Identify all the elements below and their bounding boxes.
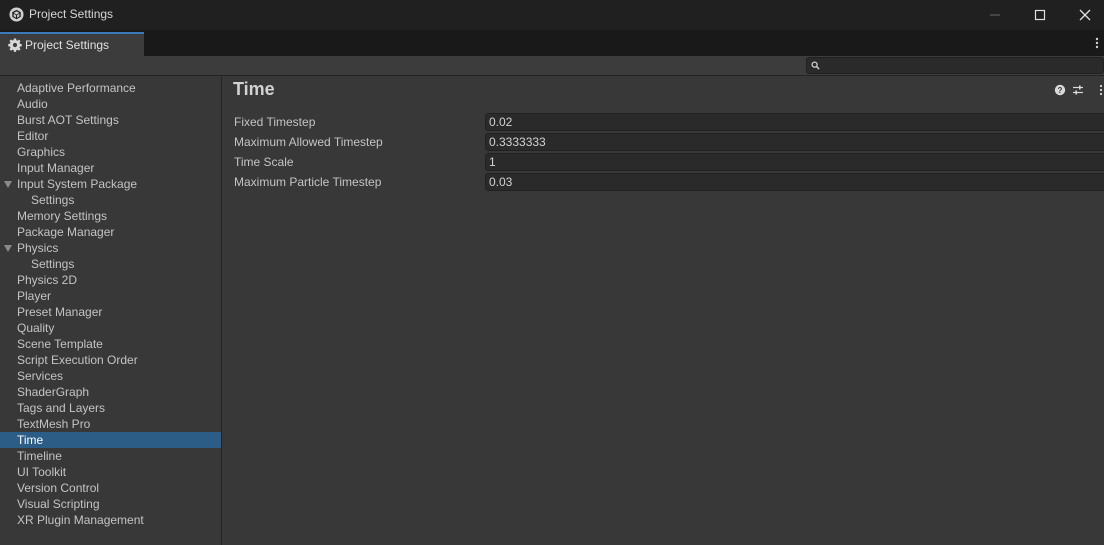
window-title: Project Settings <box>29 7 114 21</box>
sidebar-item-label: Memory Settings <box>17 209 108 223</box>
minimize-icon <box>990 14 1000 16</box>
more-options-icon[interactable] <box>1095 84 1104 96</box>
sidebar-item[interactable]: Timeline <box>0 448 221 464</box>
sidebar-item-label: Editor <box>17 129 49 143</box>
sidebar-item-label: Preset Manager <box>17 305 103 319</box>
sidebar-item[interactable]: TextMesh Pro <box>0 416 221 432</box>
help-icon[interactable]: ? <box>1054 84 1066 96</box>
property-label: Fixed Timestep <box>234 115 316 129</box>
expand-arrow-icon[interactable] <box>4 245 12 252</box>
sidebar-item-label: ShaderGraph <box>17 385 90 399</box>
sidebar-item-label: Physics 2D <box>17 273 78 287</box>
sidebar-item-label: Audio <box>17 97 48 111</box>
time-scale-field[interactable] <box>485 153 1104 171</box>
sidebar-item[interactable]: Package Manager <box>0 224 221 240</box>
page-title: Time <box>233 79 275 99</box>
sidebar-item-label: Timeline <box>17 449 62 463</box>
toolbar <box>0 56 1104 76</box>
title-bar: Project Settings <box>0 0 1104 30</box>
unity-cube-icon <box>9 7 24 22</box>
sidebar-item[interactable]: Version Control <box>0 480 221 496</box>
sidebar-item[interactable]: Scene Template <box>0 336 221 352</box>
tab-label: Project Settings <box>25 38 110 52</box>
svg-text:?: ? <box>1058 86 1063 95</box>
sidebar-item[interactable]: UI Toolkit <box>0 464 221 480</box>
maximum-allowed-timestep-field[interactable] <box>485 133 1104 151</box>
sidebar-item[interactable]: Quality <box>0 320 221 336</box>
search-input[interactable] <box>823 58 1099 73</box>
sidebar-item[interactable]: Input System Package <box>0 176 221 192</box>
sidebar-item[interactable]: Settings <box>0 256 221 272</box>
property-row-time-scale: Time Scale <box>234 153 1104 171</box>
maximize-button[interactable] <box>1017 0 1063 30</box>
property-row-fixed-timestep: Fixed Timestep <box>234 113 1104 131</box>
sidebar-item[interactable]: Memory Settings <box>0 208 221 224</box>
sidebar-item[interactable]: Preset Manager <box>0 304 221 320</box>
sidebar-item-label: Settings <box>31 193 75 207</box>
sidebar-item-label: UI Toolkit <box>17 465 67 479</box>
sidebar-item[interactable]: Tags and Layers <box>0 400 221 416</box>
tab-project-settings[interactable]: Project Settings <box>0 32 144 56</box>
sidebar-item-label: Settings <box>31 257 75 271</box>
property-label: Time Scale <box>234 155 294 169</box>
search-box[interactable] <box>806 57 1104 74</box>
sidebar-item-label: Time <box>17 433 44 447</box>
sidebar-item-label: Tags and Layers <box>17 401 106 415</box>
sidebar-item-label: Scene Template <box>17 337 103 351</box>
maximum-particle-timestep-field[interactable] <box>485 173 1104 191</box>
sidebar-item[interactable]: Physics 2D <box>0 272 221 288</box>
sidebar-item-label: Graphics <box>17 145 66 159</box>
sidebar-item[interactable]: ShaderGraph <box>0 384 221 400</box>
expand-arrow-icon[interactable] <box>4 181 12 188</box>
sidebar-item[interactable]: Visual Scripting <box>0 496 221 512</box>
settings-category-list: Adaptive Performance Audio Burst AOT Setti… <box>0 80 221 528</box>
settings-sidebar: Adaptive Performance Audio Burst AOT Setti… <box>0 77 222 545</box>
sidebar-item[interactable]: Audio <box>0 96 221 112</box>
sidebar-item-label: Physics <box>17 241 59 255</box>
sidebar-item-label: XR Plugin Management <box>17 513 144 527</box>
sidebar-item[interactable]: Physics <box>0 240 221 256</box>
fixed-timestep-field[interactable] <box>485 113 1104 131</box>
sidebar-item[interactable]: Editor <box>0 128 221 144</box>
sidebar-item[interactable]: Time <box>0 432 221 448</box>
sidebar-item-label: Services <box>17 369 64 383</box>
property-row-maximum-allowed-timestep: Maximum Allowed Timestep <box>234 133 1104 151</box>
sidebar-item[interactable]: Settings <box>0 192 221 208</box>
sidebar-item-label: Input Manager <box>17 161 95 175</box>
sidebar-item[interactable]: Services <box>0 368 221 384</box>
sidebar-item-label: Adaptive Performance <box>17 81 136 95</box>
settings-content: Time ? Fixed Timestep Maximum Allowed Ti… <box>223 77 1104 545</box>
sidebar-item[interactable]: Graphics <box>0 144 221 160</box>
maximize-icon <box>1034 9 1046 21</box>
sidebar-item-label: Script Execution Order <box>17 353 138 367</box>
sidebar-item-label: TextMesh Pro <box>17 417 91 431</box>
preset-icon[interactable] <box>1072 84 1084 96</box>
property-row-maximum-particle-timestep: Maximum Particle Timestep <box>234 173 1104 191</box>
sidebar-item[interactable]: Script Execution Order <box>0 352 221 368</box>
more-options-icon[interactable] <box>1092 36 1102 50</box>
sidebar-item[interactable]: Input Manager <box>0 160 221 176</box>
sidebar-item[interactable]: Player <box>0 288 221 304</box>
sidebar-item-label: Version Control <box>17 481 100 495</box>
property-label: Maximum Allowed Timestep <box>234 135 383 149</box>
sidebar-item-label: Quality <box>17 321 55 335</box>
close-icon <box>1079 9 1091 21</box>
sidebar-item-label: Package Manager <box>17 225 115 239</box>
minimize-button[interactable] <box>972 0 1018 30</box>
gear-icon <box>8 38 22 52</box>
sidebar-item-label: Player <box>17 289 52 303</box>
sidebar-item[interactable]: Adaptive Performance <box>0 80 221 96</box>
sidebar-item[interactable]: XR Plugin Management <box>0 512 221 528</box>
sidebar-item[interactable]: Burst AOT Settings <box>0 112 221 128</box>
property-label: Maximum Particle Timestep <box>234 175 382 189</box>
search-icon <box>811 61 820 70</box>
sidebar-item-label: Visual Scripting <box>17 497 100 511</box>
close-button[interactable] <box>1062 0 1104 30</box>
sidebar-item-label: Burst AOT Settings <box>17 113 119 127</box>
sidebar-item-label: Input System Package <box>17 177 138 191</box>
tab-bar: Project Settings <box>0 30 1104 56</box>
